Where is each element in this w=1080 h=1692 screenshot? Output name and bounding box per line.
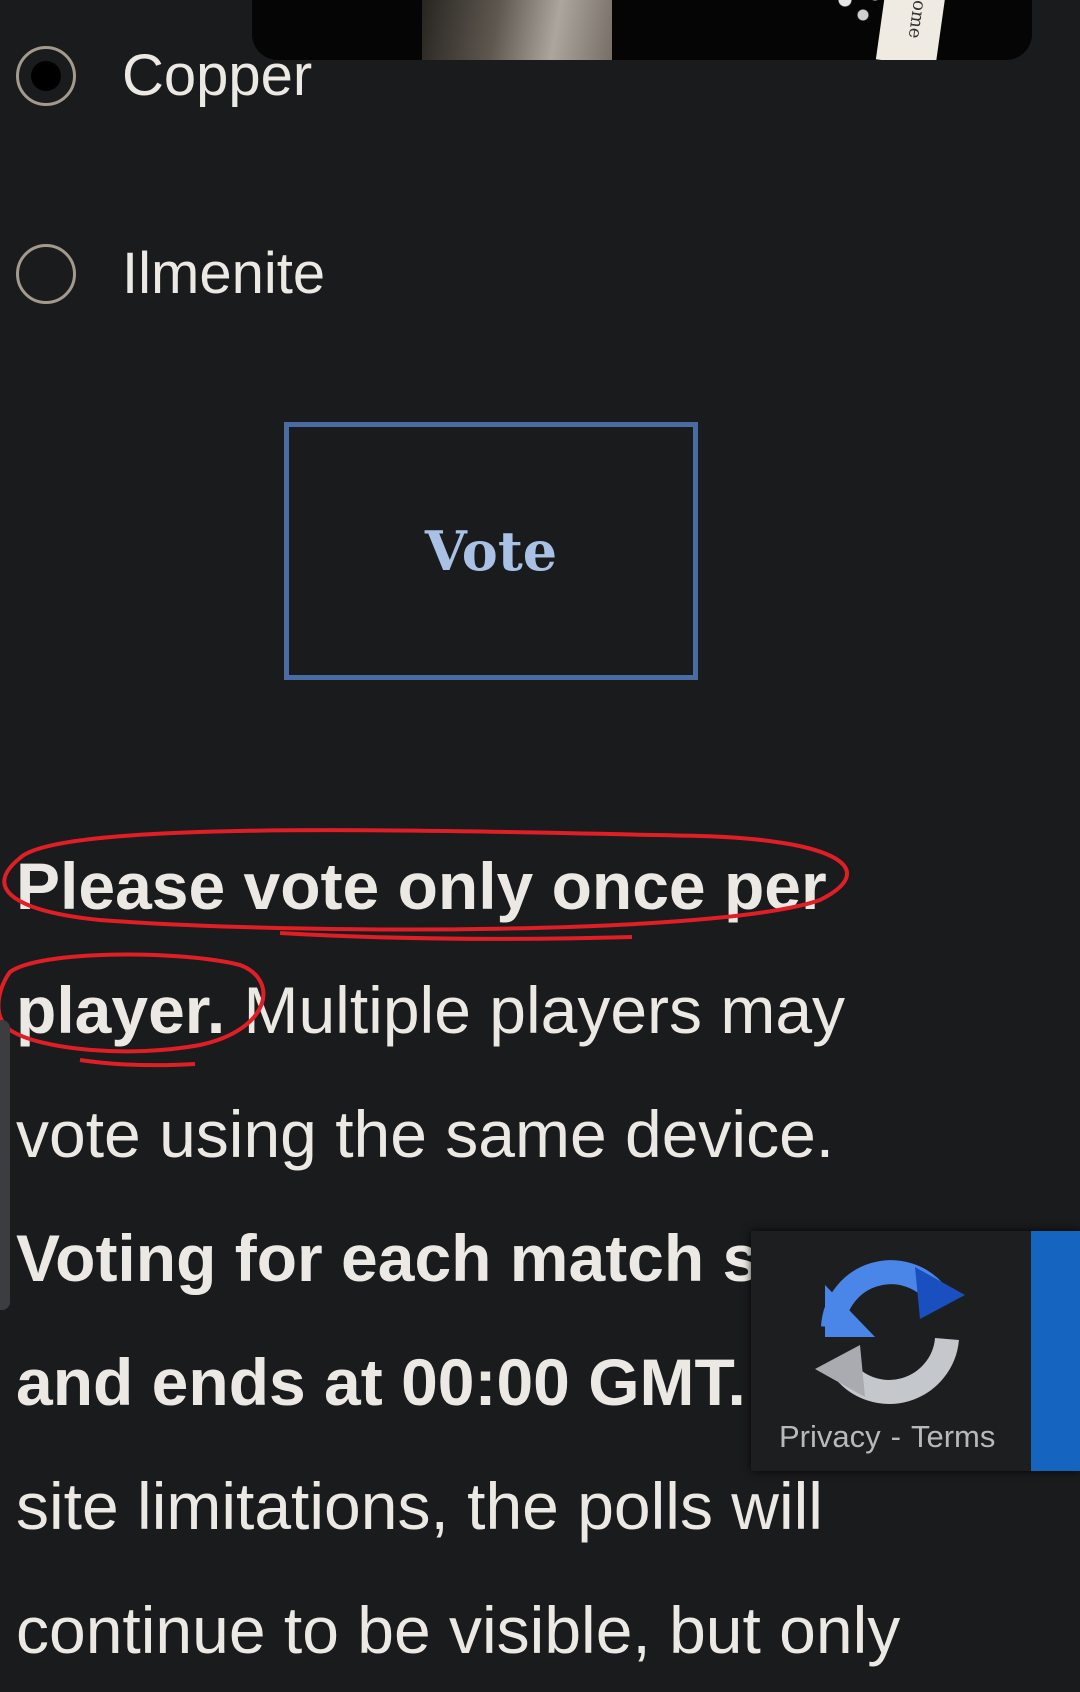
notice-bold-text: Voting for each match s — [16, 1221, 760, 1295]
recaptcha-links: Privacy - Terms — [779, 1419, 995, 1455]
photo-hands-image — [422, 0, 612, 60]
flowers-image — [827, 0, 887, 30]
vote-button[interactable]: Vote — [284, 422, 698, 680]
recaptcha-badge[interactable]: Privacy - Terms — [751, 1231, 1080, 1471]
card-image: come — [875, 0, 947, 60]
header-image: come — [252, 0, 1032, 60]
notice-text: Multiple players may — [225, 973, 846, 1047]
recaptcha-expand-strip[interactable] — [1031, 1231, 1080, 1471]
terms-link[interactable]: Terms — [911, 1419, 995, 1454]
card-text: come — [903, 0, 932, 40]
notice-text: vote using the same device. — [16, 1097, 835, 1171]
poll-option-label: Ilmenite — [122, 241, 326, 306]
privacy-link[interactable]: Privacy — [779, 1419, 881, 1454]
poll-option-copper[interactable]: Copper — [16, 42, 312, 109]
notice-bold-text: Please vote only once per — [16, 849, 827, 923]
notice-bold-text: and ends at 00:00 GMT. — [16, 1345, 746, 1419]
recaptcha-icon — [815, 1260, 965, 1404]
poll-option-ilmenite[interactable]: Ilmenite — [16, 240, 325, 307]
notice-bold-text: player. — [16, 973, 226, 1047]
poll-option-label: Copper — [122, 43, 313, 108]
radio-button[interactable] — [16, 243, 76, 304]
link-separator: - — [890, 1419, 901, 1454]
radio-button-selected[interactable] — [16, 45, 76, 106]
notice-text: site limitations, the polls will — [16, 1469, 823, 1543]
scroll-handle[interactable] — [0, 1020, 10, 1310]
radio-dot-icon — [31, 60, 61, 91]
notice-text: continue to be visible, but only — [16, 1593, 901, 1667]
